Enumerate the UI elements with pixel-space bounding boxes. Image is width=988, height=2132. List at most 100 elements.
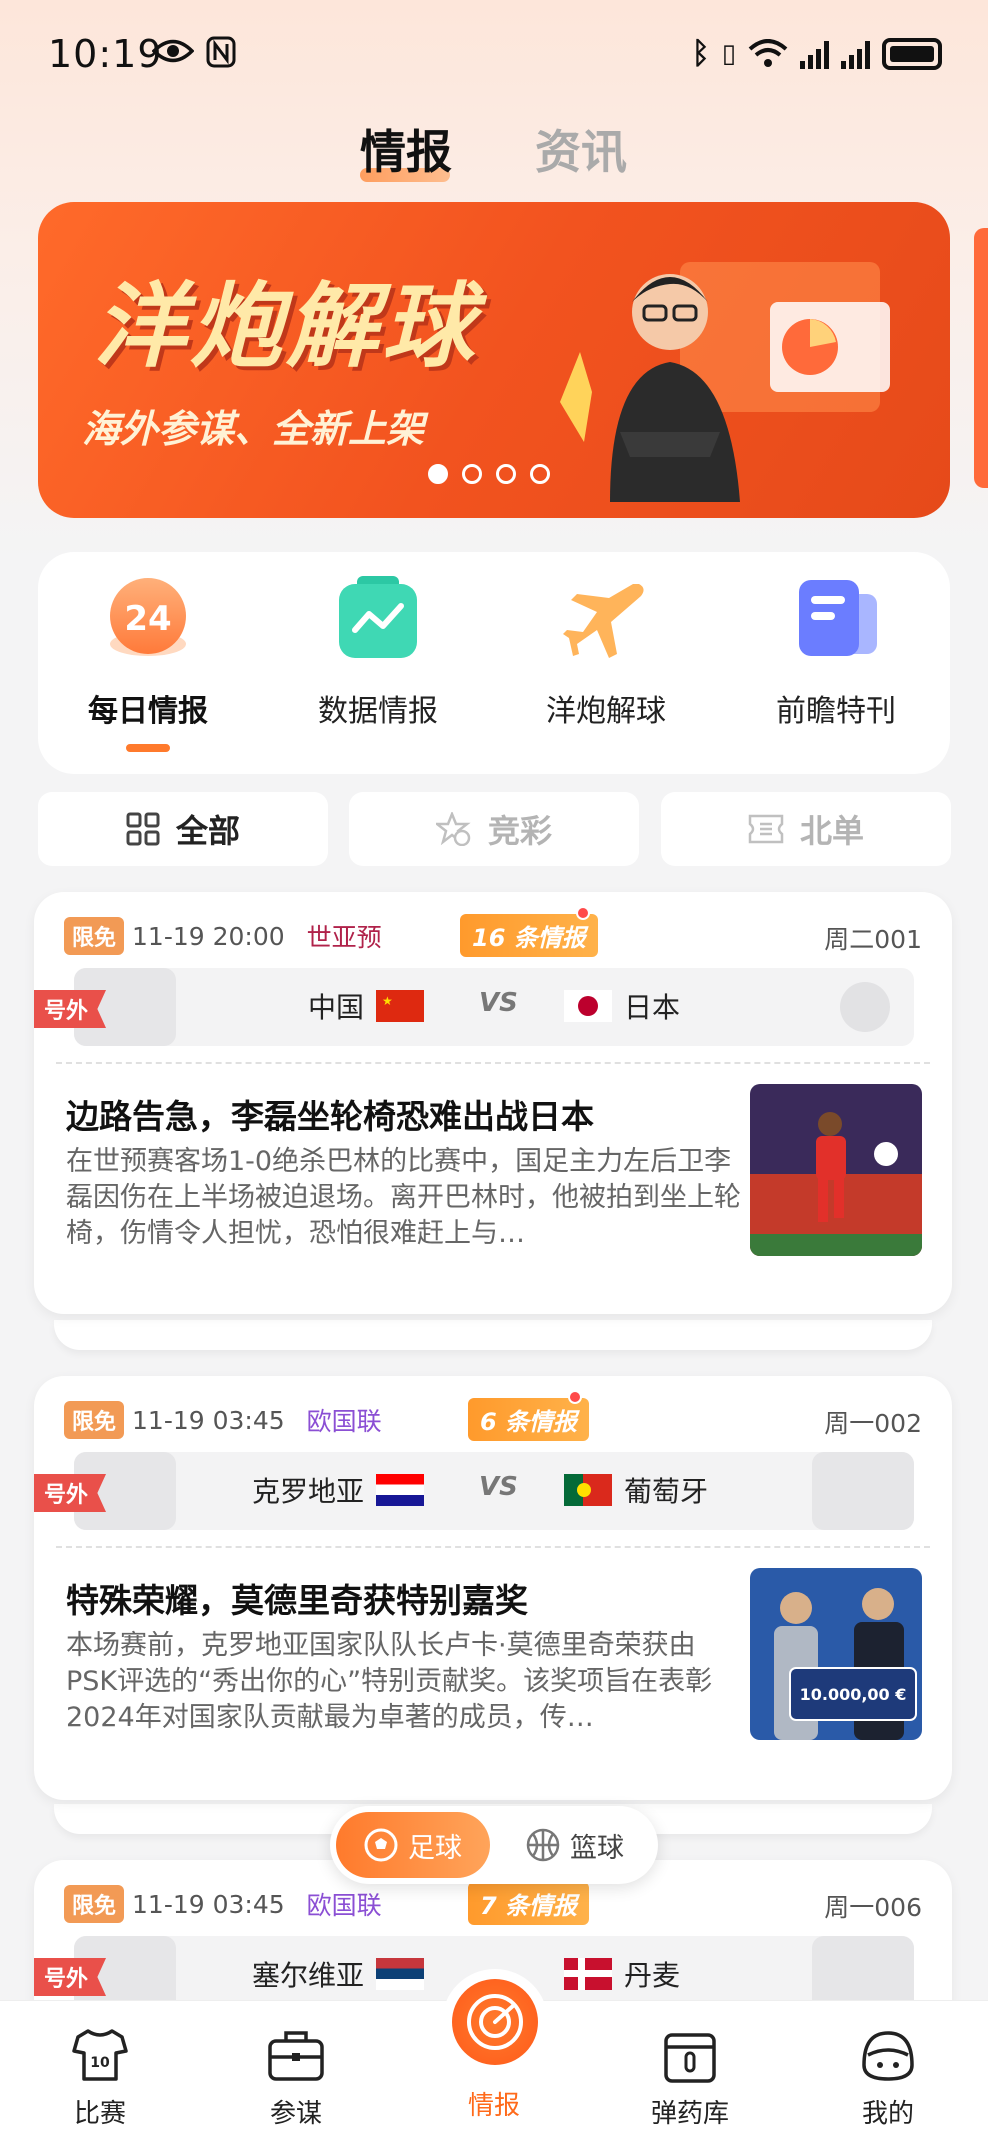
quick-item-data[interactable]: 数据情报 xyxy=(268,574,488,730)
nav-item-ammo[interactable]: 弹药库 xyxy=(630,2025,750,2130)
status-bar: 10:19 ᛒ ▯ xyxy=(0,0,988,110)
match-code: 周一002 xyxy=(824,1409,922,1438)
vibrate-icon: ▯ xyxy=(721,38,736,69)
card-divider xyxy=(56,1546,930,1548)
croatia-flag-icon xyxy=(376,1474,424,1506)
match-row[interactable]: 号外 克罗地亚 VS 葡萄牙 xyxy=(34,1452,914,1530)
free-badge: 限免 xyxy=(64,1885,125,1923)
svg-text:24: 24 xyxy=(124,599,171,639)
data-chart-icon xyxy=(333,574,423,664)
sport-football-button[interactable]: 足球 xyxy=(336,1812,490,1878)
china-flag-icon: ★ xyxy=(376,990,424,1022)
extra-tag: 号外 xyxy=(34,1474,107,1512)
extra-tag: 号外 xyxy=(34,1958,107,1996)
news-thumbnail xyxy=(750,1084,922,1256)
match-time: 11-19 03:45 xyxy=(132,1889,285,1919)
radar-icon[interactable] xyxy=(452,1979,538,2065)
extra-tag: 号外 xyxy=(34,990,107,1028)
eye-icon xyxy=(152,39,194,63)
signal-4g-2-icon xyxy=(841,39,870,69)
bluetooth-icon: ᛒ xyxy=(691,36,710,71)
info-count-badge[interactable]: 16 条情报 xyxy=(460,914,598,957)
match-time: 11-19 03:45 xyxy=(132,1405,285,1435)
unread-dot xyxy=(568,1390,582,1404)
home-team-name: 克罗地亚 xyxy=(251,1475,364,1508)
quick-menu: 24 每日情报 数据情报 洋炮解球 前瞻特刊 xyxy=(38,552,950,774)
news-headline: 特殊荣耀，莫德里奇获特别嘉奖 xyxy=(66,1581,528,1620)
portugal-flag-icon xyxy=(564,1474,612,1506)
banner-illustration xyxy=(560,262,890,502)
status-time: 10:19 xyxy=(48,32,163,76)
nav-item-match[interactable]: 10 比赛 xyxy=(40,2025,160,2130)
nav-label: 我的 xyxy=(861,2099,914,2129)
info-count-badge[interactable]: 7 条情报 xyxy=(468,1882,590,1925)
daily-24-icon: 24 xyxy=(103,574,193,664)
carousel-dot[interactable] xyxy=(462,464,482,484)
league-name: 欧国联 xyxy=(306,1891,382,1920)
quick-item-label: 数据情报 xyxy=(318,694,438,729)
ammo-box-icon xyxy=(664,2033,716,2083)
briefcase-icon xyxy=(268,2031,324,2081)
nav-label: 参谋 xyxy=(269,2099,322,2129)
card-meta: 限免 11-19 03:45 欧国联 7 条情报 周一006 xyxy=(64,1882,922,1926)
away-team-name: 日本 xyxy=(624,991,681,1024)
quick-item-foreign[interactable]: 洋炮解球 xyxy=(496,574,716,730)
quick-item-label: 每日情报 xyxy=(88,694,208,729)
quick-item-daily[interactable]: 24 每日情报 xyxy=(38,574,258,752)
match-row[interactable]: 号外 中国 ★ VS 日本 xyxy=(34,968,914,1046)
card-stack-shadow xyxy=(54,1320,932,1350)
news-card[interactable]: 限免 11-19 03:45 欧国联 6 条情报 周一002 号外 克罗地亚 V… xyxy=(34,1376,952,1800)
away-team: 葡萄牙 xyxy=(564,1470,708,1510)
nav-item-intel[interactable]: 情报 xyxy=(434,2081,554,2122)
away-team-logo xyxy=(812,1452,914,1530)
away-team-name: 丹麦 xyxy=(624,1959,681,1992)
carousel-dot[interactable] xyxy=(496,464,516,484)
filter-all[interactable]: 全部 xyxy=(38,792,328,866)
grid-icon xyxy=(126,812,160,846)
free-badge: 限免 xyxy=(64,1401,125,1439)
vs-label: VS xyxy=(479,988,518,1018)
carousel-dot[interactable] xyxy=(428,464,448,484)
banner-title: 洋炮解球 xyxy=(94,273,479,380)
league-name: 世亚预 xyxy=(306,923,382,952)
tab-qingbao[interactable]: 情报 xyxy=(360,116,452,182)
free-badge: 限免 xyxy=(64,917,125,955)
quick-item-label: 前瞻特刊 xyxy=(776,694,896,729)
home-team: 克罗地亚 xyxy=(252,1470,424,1510)
nav-label: 弹药库 xyxy=(650,2099,729,2129)
bottom-nav: 10 比赛 参谋 情报 弹药库 我的 xyxy=(0,1979,988,2132)
card-divider xyxy=(56,1062,930,1064)
filter-label: 竞彩 xyxy=(487,812,552,850)
filter-jingcai[interactable]: 竞彩 xyxy=(349,792,639,866)
jersey-icon: 10 xyxy=(72,2029,128,2081)
home-team: 塞尔维亚 xyxy=(252,1954,424,1994)
denmark-flag-icon xyxy=(564,1958,612,1990)
filter-label: 全部 xyxy=(175,812,240,850)
filter-beidan[interactable]: 北单 xyxy=(661,792,951,866)
svg-text:10.000,00 €: 10.000,00 € xyxy=(800,1685,907,1704)
match-code: 周一006 xyxy=(824,1893,922,1922)
next-banner-peek xyxy=(974,228,988,488)
info-count-badge[interactable]: 6 条情报 xyxy=(468,1398,590,1441)
ticket-icon xyxy=(748,814,784,844)
tab-zixun[interactable]: 资讯 xyxy=(535,116,627,182)
nav-label: 比赛 xyxy=(73,2099,126,2129)
nav-item-advisor[interactable]: 参谋 xyxy=(236,2025,356,2130)
promo-banner[interactable]: 洋炮解球 海外参谋、全新上架 xyxy=(38,202,950,518)
serbia-flag-icon xyxy=(376,1958,424,1990)
sport-toggle: 足球 篮球 xyxy=(330,1806,658,1884)
magazine-icon xyxy=(791,574,881,664)
news-summary: 在世预赛客场1-0绝杀巴林的比赛中，国足主力左后卫李磊因伤在上半场被迫退场。离开… xyxy=(66,1146,741,1249)
sport-basketball-button[interactable]: 篮球 xyxy=(500,1812,650,1878)
away-team: 丹麦 xyxy=(564,1954,680,1994)
news-headline: 边路告急，李磊坐轮椅恐难出战日本 xyxy=(66,1097,594,1136)
filter-label: 北单 xyxy=(799,812,864,850)
nav-item-mine[interactable]: 我的 xyxy=(828,2025,948,2130)
news-thumbnail: 10.000,00 € xyxy=(750,1568,922,1740)
status-icons: ᛒ ▯ xyxy=(692,36,942,71)
quick-item-preview[interactable]: 前瞻特刊 xyxy=(726,574,946,730)
news-card[interactable]: 限免 11-19 20:00 世亚预 16 条情报 周二001 号外 中国 ★ … xyxy=(34,892,952,1314)
league-name: 欧国联 xyxy=(306,1407,382,1436)
unread-dot xyxy=(576,906,590,920)
carousel-dot[interactable] xyxy=(530,464,550,484)
